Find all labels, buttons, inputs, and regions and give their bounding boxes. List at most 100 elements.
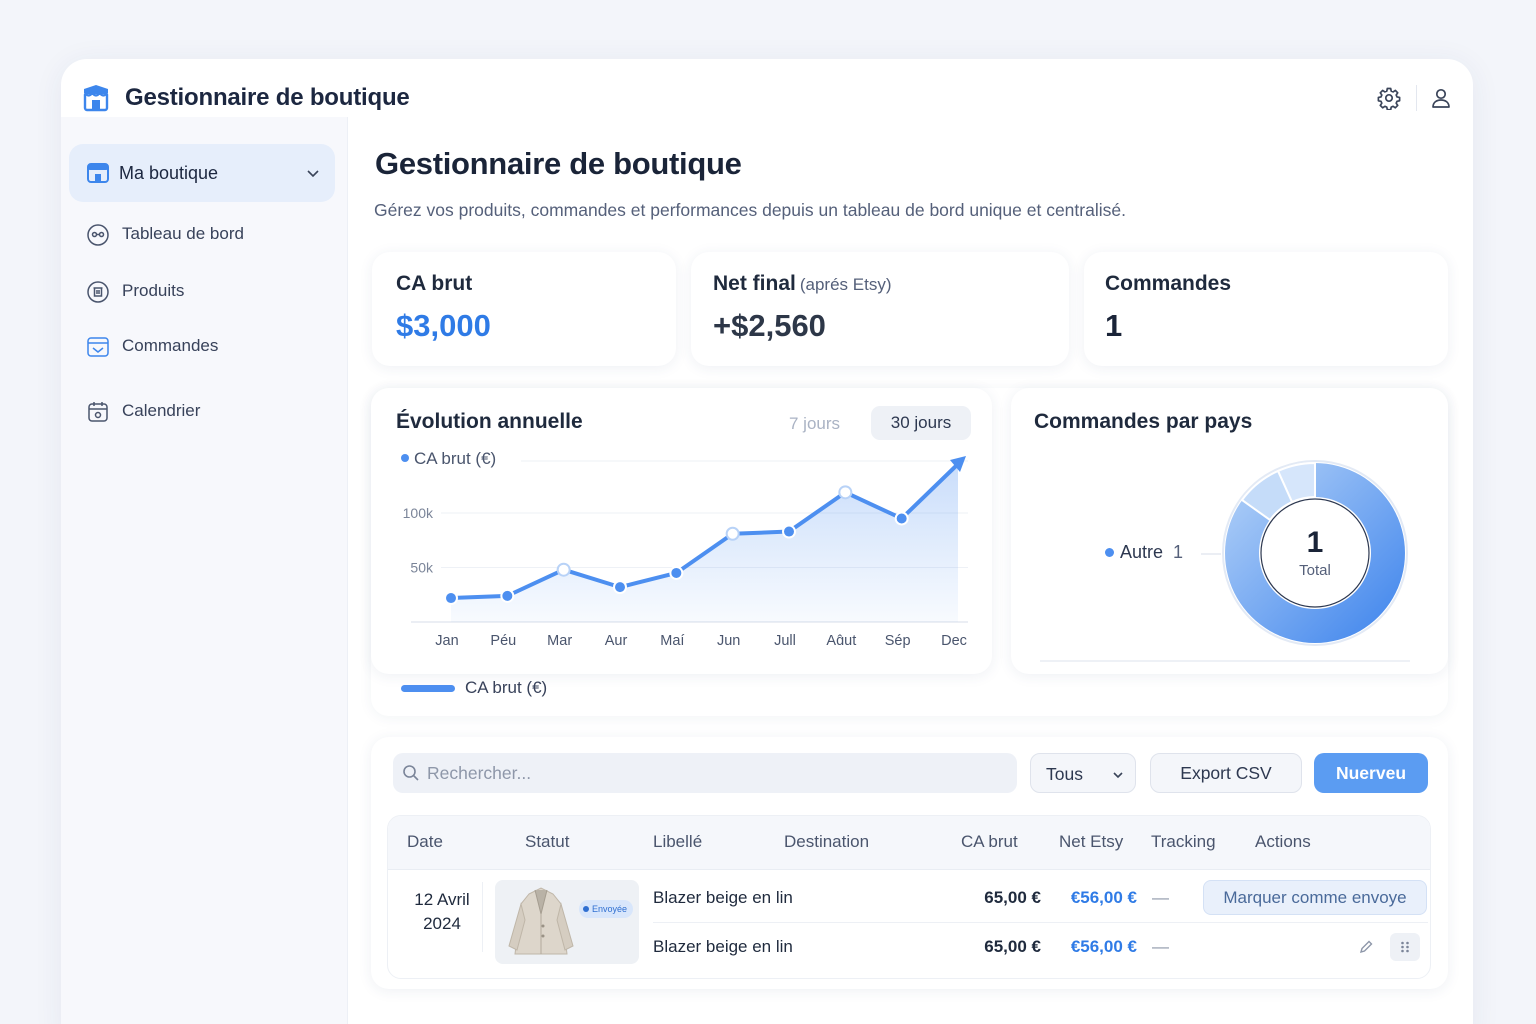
edit-button[interactable]: [1354, 935, 1378, 959]
x-tick-label: Dec: [941, 633, 967, 649]
x-tick-label: Jull: [774, 633, 796, 649]
orders-panel: Tous Export CSV Nuerveu Date Statut Libe…: [371, 737, 1448, 989]
sidebar-item-dashboard[interactable]: Tableau de bord: [69, 213, 335, 257]
column-header: Date: [407, 832, 443, 851]
order-gross: 65,00 €: [984, 888, 1041, 907]
column-header: Destination: [784, 832, 870, 851]
page-title: Gestionnaire de boutique: [375, 146, 742, 181]
mark-as-sent-button[interactable]: Marquer comme envoye: [1203, 880, 1427, 915]
stat-label: Commandes: [1105, 272, 1232, 295]
area-fill: [451, 464, 958, 622]
column-header: Net Etsy: [1059, 832, 1124, 851]
orders-table: Date Statut Libellé Destination CA brut …: [387, 815, 1431, 979]
column-header: Libellé: [653, 832, 703, 851]
shop-icon: [87, 163, 109, 183]
stat-value: +$2,560: [713, 308, 826, 343]
order-net: €56,00 €: [1070, 937, 1137, 956]
search-icon: [403, 765, 419, 781]
stat-card-orders: Commandes 1: [1084, 252, 1448, 366]
sidebar-item-label: Calendrier: [122, 401, 201, 420]
x-tick-label: Péu: [490, 633, 516, 649]
data-point: [444, 591, 458, 606]
order-tracking: —: [1152, 888, 1169, 907]
products-icon: [87, 281, 109, 303]
sidebar-item-label: Commandes: [122, 336, 219, 355]
column-header: Tracking: [1151, 832, 1216, 851]
order-gross: 65,00 €: [984, 937, 1041, 956]
data-point: [500, 588, 515, 603]
x-tick-label: Aɑ̂ut: [826, 633, 856, 649]
column-header: Actions: [1255, 832, 1311, 851]
data-point: [894, 511, 909, 526]
legend-label: CA brut (€): [465, 678, 548, 697]
dashboard-icon: [87, 224, 109, 246]
drag-handle[interactable]: [1390, 933, 1420, 961]
stat-label-text: Net final: [713, 272, 796, 295]
x-tick-label: Jun: [717, 633, 740, 649]
app-title: Gestionnaire de boutique: [125, 84, 410, 111]
orders-icon: [87, 337, 109, 357]
search-box[interactable]: [393, 753, 1017, 793]
y-tick-label: 100k: [403, 505, 434, 521]
order-tracking: —: [1152, 937, 1169, 956]
data-point: [613, 580, 627, 595]
sidebar-item-products[interactable]: Produits: [69, 270, 335, 314]
order-date-day: 12 Avril: [414, 890, 470, 909]
donut-chart: [1201, 460, 1408, 646]
donut-center: 1 Total: [1265, 526, 1365, 579]
stat-label-note: (aprés Etsy): [799, 275, 892, 294]
stat-value: 1: [1105, 308, 1123, 343]
donut-total-label: Total: [1299, 562, 1331, 579]
order-net: €56,00 €: [1070, 888, 1137, 907]
chevron-down-icon: [307, 170, 319, 178]
product-thumbnail: Envoyée: [495, 880, 639, 964]
sidebar-item-orders[interactable]: Commandes: [69, 325, 335, 369]
settings-button[interactable]: [1375, 84, 1403, 112]
x-tick-label: Maí: [660, 633, 684, 649]
row-divider: [653, 922, 1428, 923]
divider: [1040, 660, 1410, 662]
x-tick-label: Sép: [885, 633, 911, 649]
status-badge-label: Envoyée: [592, 904, 628, 914]
filter-select[interactable]: Tous: [1030, 753, 1136, 793]
gear-icon: [1377, 87, 1401, 110]
blazer-image: [508, 887, 574, 955]
profile-button[interactable]: [1427, 84, 1455, 112]
x-tick-label: Aur: [605, 633, 628, 649]
stat-label: Net final (aprés Etsy): [713, 272, 891, 296]
legend-swatch: [401, 684, 455, 692]
order-label: Blazer beige en lin: [653, 888, 793, 907]
chart-legend: CA brut (€): [401, 678, 547, 698]
stat-card-gross: CA brut $3,000: [372, 252, 676, 366]
chevron-down-icon: [1113, 772, 1123, 779]
table-header: Date Statut Libellé Destination CA brut …: [388, 816, 1430, 870]
x-tick-label: Jan: [435, 633, 458, 649]
donut-total-value: 1: [1306, 526, 1324, 559]
line-chart: 50k 100k CA brut (€) Jan Péu Mar Aur Maí Jun Jull…: [401, 449, 968, 649]
export-csv-button[interactable]: Export CSV: [1150, 753, 1302, 793]
sidebar-item-label: Tableau de bord: [122, 224, 244, 243]
shop-selector[interactable]: Ma boutique: [69, 144, 335, 202]
stat-label: CA brut: [396, 272, 473, 295]
calendar-icon: [88, 402, 108, 422]
new-button[interactable]: Nuerveu: [1314, 753, 1428, 793]
sidebar-item-calendar[interactable]: Calendrier: [69, 390, 335, 434]
column-header: CA brut: [961, 832, 1018, 851]
shop-logo-icon: [83, 85, 109, 112]
line-chart-card: Évolution annuelle 7 jours 30 jours 50k 1…: [371, 388, 992, 674]
charts-panel: Évolution annuelle 7 jours 30 jours 50k 1…: [371, 388, 1448, 716]
data-point: [556, 562, 571, 577]
topbar-divider: [1416, 85, 1417, 111]
stat-value: $3,000: [396, 308, 491, 343]
data-point: [782, 524, 796, 539]
x-tick-label: Mar: [547, 633, 572, 649]
legend-label: CA brut (€): [414, 449, 496, 468]
search-input[interactable]: [427, 753, 1007, 793]
filter-select-value: Tous: [1046, 764, 1083, 784]
grip-icon: [1401, 941, 1409, 953]
page-subtitle: Gérez vos produits, commandes et perform…: [374, 200, 1126, 220]
pencil-icon: [1359, 940, 1373, 954]
data-point: [838, 485, 853, 500]
order-label: Blazer beige en lin: [653, 937, 793, 956]
status-dot: [583, 906, 589, 912]
